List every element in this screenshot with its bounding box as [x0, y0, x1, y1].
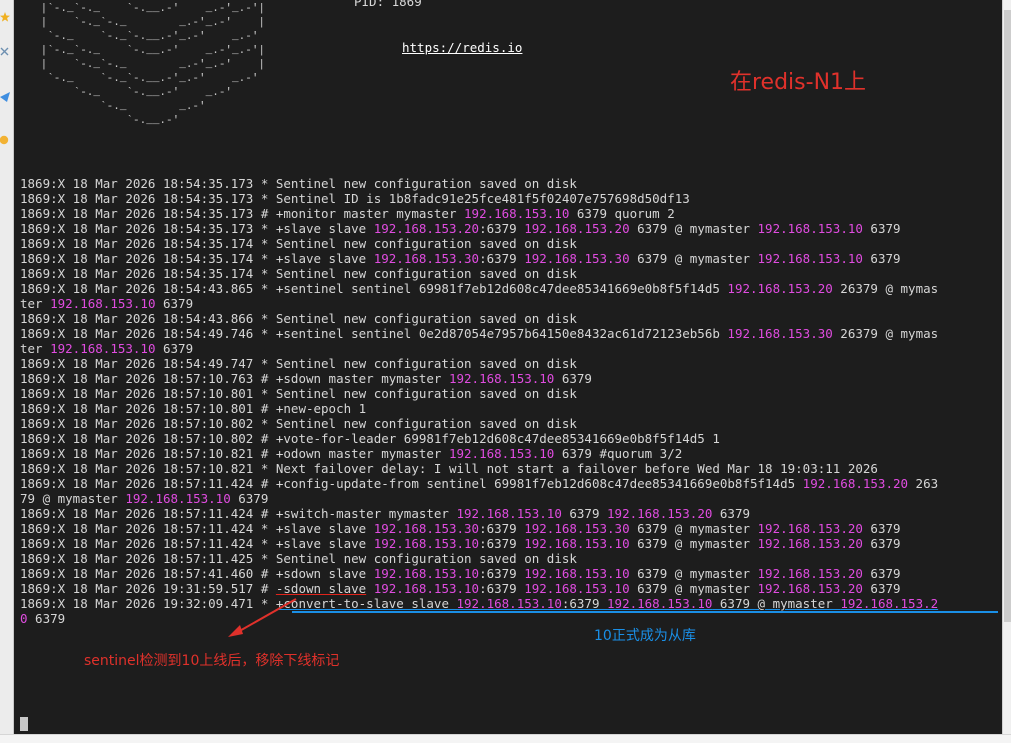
annotation-arrow-line: [235, 598, 297, 634]
annotation-arrow-head: [228, 625, 243, 637]
annotation-overlay: [228, 598, 998, 637]
